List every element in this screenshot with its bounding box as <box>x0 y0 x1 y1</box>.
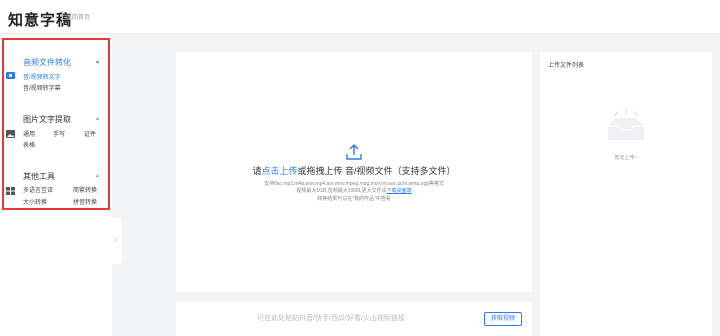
upload-instruction: 请点击上传或拖拽上传 音/视频文件（支持多文件） <box>252 166 456 176</box>
fetch-video-button[interactable]: 获取视频 <box>484 312 522 326</box>
header-divider <box>62 11 63 23</box>
menu-item-pinyin[interactable]: 拼音转换 <box>73 197 97 206</box>
collapse-arrow-icon[interactable]: ▲ <box>95 59 100 65</box>
menu-item-case-convert[interactable]: 大小转换 <box>23 197 47 206</box>
top-header: 知意字稿 返回首页 <box>0 0 720 34</box>
menu-item-audio-to-text[interactable]: 音/视频转文字 <box>23 72 61 81</box>
chevron-right-icon: › <box>114 234 117 244</box>
sidebar: 音频文件转化 ▲ 音/视频转文字 音/视频转字幕 图片文字提取 ▲ 通用 手写 … <box>0 34 112 336</box>
upload-dropzone[interactable]: 请点击上传或拖拽上传 音/视频文件（支持多文件） 支持flac,mp3,m4a,… <box>176 52 532 292</box>
image-icon <box>6 130 15 138</box>
section-title-image[interactable]: 图片文字提取 <box>23 114 71 125</box>
menu-item-simp-trad[interactable]: 简繁转换 <box>73 185 97 194</box>
collapse-arrow-icon[interactable]: ▲ <box>95 116 100 122</box>
grid-tools-icon <box>6 187 15 195</box>
menu-item-id-card[interactable]: 证件 <box>84 129 96 138</box>
menu-item-audio-to-subtitle[interactable]: 音/视频转字幕 <box>23 83 61 92</box>
click-upload-link[interactable]: 点击上传 <box>261 166 297 176</box>
video-link-input[interactable]: 可在此处粘贴抖音/快手/西瓜/好看/火山视频链接 <box>186 312 476 326</box>
collapse-arrow-icon[interactable]: ▲ <box>95 173 100 179</box>
section-title-audio[interactable]: 音频文件转化 <box>23 57 71 68</box>
file-list-title: 上传文件列表 <box>548 63 585 69</box>
sidebar-toggle[interactable]: › <box>112 218 122 264</box>
empty-inbox-icon <box>608 108 644 140</box>
supported-formats: 支持flac,mp3,m4a,wav,mp4,avi,wmv,mpeg,mpg,… <box>264 181 444 187</box>
menu-item-general[interactable]: 通用 <box>23 129 35 138</box>
upload-file-list: 上传文件列表 暂无上传~ <box>540 52 712 336</box>
menu-item-handwriting[interactable]: 手写 <box>53 129 65 138</box>
section-title-tools[interactable]: 其他工具 <box>23 171 55 182</box>
menu-item-table[interactable]: 表格 <box>23 140 35 149</box>
menu-item-translate[interactable]: 多语言互译 <box>23 185 53 194</box>
upload-icon <box>346 144 362 160</box>
size-limit-text: 视频最大1GB,音频最大100M,更大文件请下载桌面端 <box>296 188 412 194</box>
result-note: 转换结果可以在"我的作品"中查看 <box>317 196 391 202</box>
audio-file-icon <box>6 72 15 79</box>
download-desktop-link[interactable]: 下载桌面端 <box>387 188 412 194</box>
home-link[interactable]: 返回首页 <box>66 12 90 21</box>
video-link-bar: 可在此处粘贴抖音/快手/西瓜/好看/火山视频链接 获取视频 <box>176 302 532 336</box>
empty-list-text: 暂无上传~ <box>614 155 638 161</box>
